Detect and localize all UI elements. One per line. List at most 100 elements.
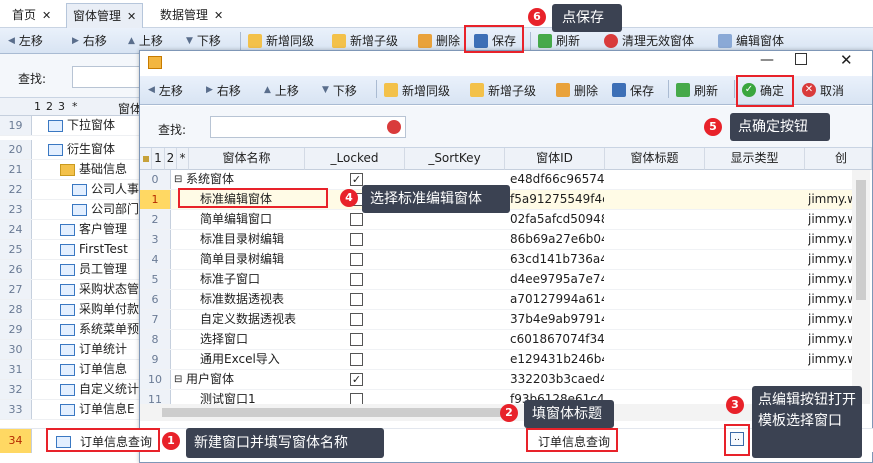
minimize-icon[interactable]: —	[760, 52, 774, 68]
add-child-button[interactable]: 新增子级	[470, 76, 536, 104]
sortkey-header[interactable]: _SortKey	[405, 148, 505, 170]
table-row[interactable]: 4 简单目录树编辑 63cd141b736a42 jimmy.w	[140, 250, 852, 270]
table-row[interactable]: 24 客户管理	[0, 220, 150, 240]
move-right-button[interactable]: ▶ 右移	[206, 76, 241, 104]
form-name-cell[interactable]: 标准子窗口	[200, 270, 304, 289]
form-title-header[interactable]: 窗体标题	[605, 148, 705, 170]
creator-header[interactable]: 创	[805, 148, 872, 170]
level-2-header[interactable]: 2	[165, 148, 177, 170]
table-row[interactable]: 21 基础信息	[0, 160, 150, 180]
locked-checkbox[interactable]	[350, 333, 363, 346]
move-right-button[interactable]: ▶ 右移	[72, 28, 107, 53]
locked-checkbox[interactable]	[350, 253, 363, 266]
form-name-cell[interactable]: 简单编辑窗口	[200, 210, 304, 229]
main-search-input[interactable]	[72, 66, 142, 88]
row-number: 25	[0, 240, 32, 259]
table-row[interactable]: 33 订单信息E	[0, 400, 150, 420]
up-arrow-icon: ▲	[128, 35, 135, 46]
collapse-toggle-icon[interactable]: ⊟	[174, 170, 182, 189]
form-name-cell[interactable]: 通用Excel导入	[200, 350, 304, 369]
table-row[interactable]: 19 下拉窗体	[0, 116, 150, 136]
display-type-header[interactable]: 显示类型	[705, 148, 805, 170]
locked-checkbox[interactable]: ✓	[350, 173, 363, 186]
table-row[interactable]: 27 采购状态管	[0, 280, 150, 300]
horizontal-scrollbar[interactable]	[140, 404, 852, 421]
tab-form-management[interactable]: 窗体管理 ✕	[66, 3, 144, 28]
highlight-standard-edit-form	[178, 188, 328, 208]
locked-checkbox[interactable]	[350, 273, 363, 286]
move-left-button[interactable]: ◀ 左移	[8, 28, 43, 53]
form-name-cell[interactable]: 标准数据透视表	[200, 290, 304, 309]
form-name-cell[interactable]: 用户窗体	[186, 370, 304, 389]
delete-button[interactable]: 删除	[556, 76, 598, 104]
delete-label: 删除	[436, 34, 461, 48]
cancel-button[interactable]: ✕ 取消	[802, 76, 844, 104]
form-tree-item: 员工管理	[60, 260, 150, 279]
close-icon[interactable]: ✕	[42, 9, 51, 22]
table-row[interactable]: 3 标准目录树编辑 86b69a27e6b04 jimmy.w	[140, 230, 852, 250]
tab-home[interactable]: 首页 ✕	[6, 3, 57, 28]
table-row[interactable]: 32 自定义统计	[0, 380, 150, 400]
table-row[interactable]: 8 选择窗口 c601867074f345 jimmy.w	[140, 330, 852, 350]
move-up-button[interactable]: ▲ 上移	[264, 76, 299, 104]
form-name-cell[interactable]: 标准目录树编辑	[200, 230, 304, 249]
tab-data-management[interactable]: 数据管理 ✕	[154, 3, 229, 28]
save-button[interactable]: 保存	[612, 76, 654, 104]
table-row[interactable]: 30 订单统计	[0, 340, 150, 360]
dialog-search-input[interactable]	[210, 116, 406, 138]
table-row[interactable]: 26 员工管理	[0, 260, 150, 280]
clear-search-icon[interactable]	[387, 120, 401, 134]
collapse-toggle-icon[interactable]: ⊟	[174, 370, 182, 389]
table-row[interactable]: 9 通用Excel导入 e129431b246b4 jimmy.w	[140, 350, 852, 370]
move-left-button[interactable]: ◀ 左移	[148, 76, 183, 104]
table-row[interactable]: 20 衍生窗体	[0, 140, 150, 160]
refresh-button[interactable]: 刷新	[676, 76, 718, 104]
level-1-header[interactable]: 1	[34, 100, 41, 113]
table-row[interactable]: 31 订单信息	[0, 360, 150, 380]
table-row[interactable]: 23 公司部门	[0, 200, 150, 220]
form-tree-label: 采购单付款	[79, 302, 140, 316]
close-icon[interactable]: ✕	[840, 51, 853, 69]
locked-checkbox[interactable]	[350, 313, 363, 326]
table-row[interactable]: 22 公司人事	[0, 180, 150, 200]
table-row[interactable]: 29 系统菜单预	[0, 320, 150, 340]
table-row[interactable]: 7 自定义数据透视表 37b4e9ab97914 jimmy.w	[140, 310, 852, 330]
level-2-header[interactable]: 2	[46, 100, 53, 113]
vertical-scrollbar[interactable]	[852, 170, 870, 404]
scrollbar-thumb[interactable]	[162, 408, 512, 417]
left-grid-header: 1 2 3 * 窗体	[0, 98, 150, 116]
move-down-button[interactable]: ▼ 下移	[322, 76, 357, 104]
form-name-cell[interactable]: 系统窗体	[186, 170, 304, 189]
level-3-header[interactable]: 3	[58, 100, 65, 113]
form-tree-label: 员工管理	[79, 262, 128, 276]
form-name-cell[interactable]: 自定义数据透视表	[200, 310, 304, 329]
locked-checkbox[interactable]	[350, 293, 363, 306]
close-icon[interactable]: ✕	[214, 9, 223, 22]
locked-checkbox[interactable]	[350, 213, 363, 226]
form-name-cell[interactable]: 选择窗口	[200, 330, 304, 349]
close-icon[interactable]: ✕	[127, 10, 136, 23]
form-id-header[interactable]: 窗体ID	[505, 148, 605, 170]
refresh-icon	[538, 33, 552, 48]
table-row[interactable]: 25 FirstTest	[0, 240, 150, 260]
locked-checkbox[interactable]	[350, 353, 363, 366]
locked-checkbox[interactable]	[350, 233, 363, 246]
scrollbar-thumb[interactable]	[856, 180, 866, 300]
main-search-label: 查找:	[18, 72, 47, 86]
table-row[interactable]: 2 简单编辑窗口 02fa5afcd509488 jimmy.w	[140, 210, 852, 230]
lock-icon	[142, 156, 149, 162]
highlight-form-title	[526, 428, 618, 452]
add-same-level-button[interactable]: 新增同级	[384, 76, 450, 104]
table-row[interactable]: 10 ⊟ 用户窗体 ✓ 332203b3caed4	[140, 370, 852, 390]
level-1-header[interactable]: 1	[152, 148, 165, 170]
form-name-cell[interactable]: 简单目录树编辑	[200, 250, 304, 269]
table-row[interactable]: 5 标准子窗口 d4ee9795a7e74l jimmy.w	[140, 270, 852, 290]
maximize-icon[interactable]	[795, 53, 807, 65]
form-name-header[interactable]: 窗体名称	[189, 148, 305, 170]
table-row[interactable]: 6 标准数据透视表 a70127994a6144 jimmy.w	[140, 290, 852, 310]
table-row[interactable]: 28 采购单付款	[0, 300, 150, 320]
step-1-badge: 1	[162, 432, 180, 450]
locked-checkbox[interactable]: ✓	[350, 373, 363, 386]
locked-header[interactable]: _Locked	[305, 148, 405, 170]
clean-label: 清理无效窗体	[622, 34, 695, 48]
